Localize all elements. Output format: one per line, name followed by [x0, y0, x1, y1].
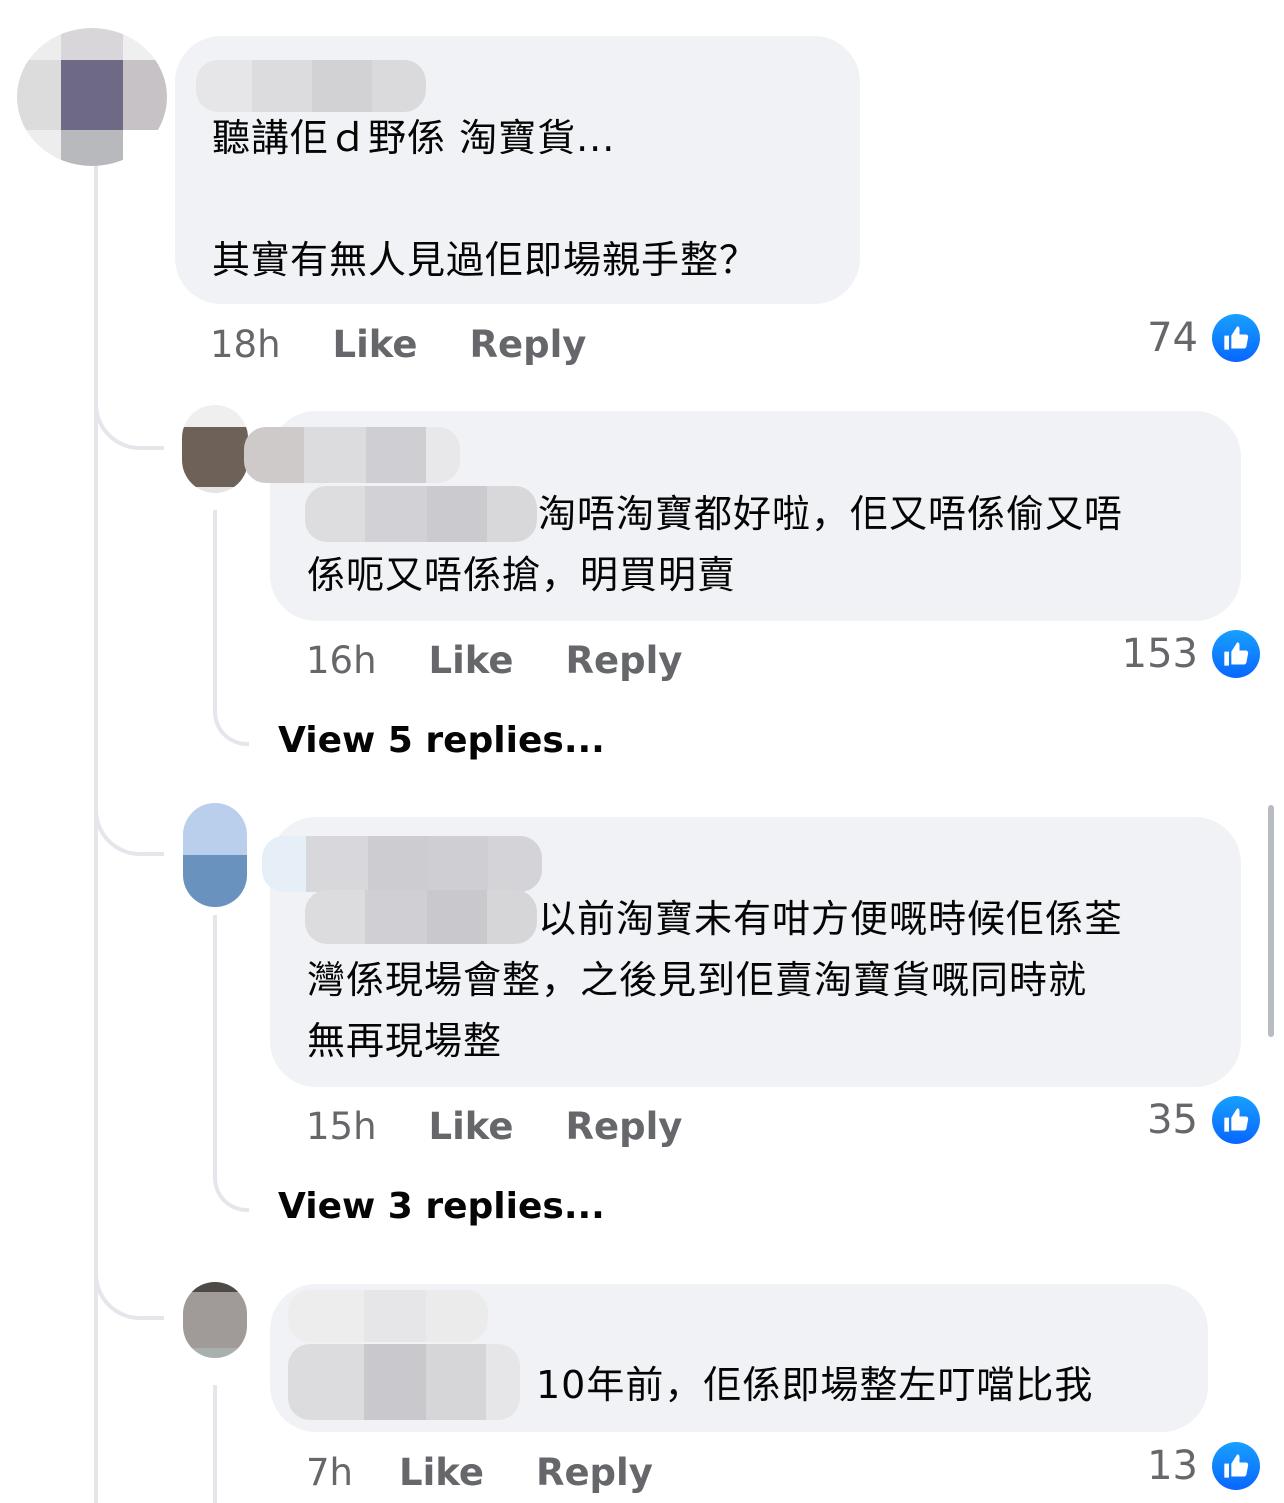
comment-timestamp: 18h: [210, 322, 281, 366]
thread-connector-view-replies-1: [213, 690, 249, 746]
thread-line-reply-3: [213, 1385, 217, 1503]
avatar-pixel: [182, 487, 248, 493]
commenter-name-blurred[interactable]: [288, 1344, 520, 1420]
comment-text: 10年前，佢係即場整左叮噹比我: [536, 1363, 1094, 1407]
commenter-name-blurred[interactable]: [196, 60, 426, 112]
reply-button[interactable]: Reply: [470, 323, 587, 366]
avatar-pixel: [183, 1292, 247, 1348]
comment-timestamp: 16h: [306, 638, 377, 682]
comment-timestamp: 7h: [306, 1450, 353, 1494]
avatar[interactable]: [183, 1282, 247, 1358]
commenter-name-blurred[interactable]: [262, 836, 542, 892]
avatar-pixel: [61, 60, 123, 130]
thread-connector-reply-3: [94, 1250, 164, 1320]
like-button[interactable]: Like: [399, 1451, 484, 1494]
avatar-pixel: [123, 60, 167, 130]
avatar-pixel: [182, 405, 248, 427]
comment-timestamp: 15h: [306, 1104, 377, 1148]
avatar[interactable]: [183, 803, 247, 907]
avatar-pixel: [183, 855, 247, 907]
thumbs-up-icon: [1212, 630, 1260, 678]
comment-meta: 15h Like Reply: [306, 1104, 682, 1148]
reaction-count[interactable]: 13: [1147, 1442, 1260, 1490]
commenter-name-blurred[interactable]: [244, 427, 460, 483]
thumbs-up-icon: [1212, 314, 1260, 362]
thumbs-up-icon: [1212, 1096, 1260, 1144]
avatar-pixel: [183, 1282, 247, 1292]
avatar-pixel: [17, 60, 61, 130]
comment-meta: 18h Like Reply: [210, 322, 586, 366]
thumbs-up-icon: [1212, 1442, 1260, 1490]
thread-connector-reply-1: [94, 380, 164, 450]
reaction-count[interactable]: 153: [1122, 630, 1260, 678]
like-button[interactable]: Like: [429, 1105, 514, 1148]
reaction-count[interactable]: 74: [1147, 314, 1260, 362]
avatar-pixel: [61, 130, 123, 166]
reaction-count[interactable]: 35: [1147, 1096, 1260, 1144]
scrollbar-thumb[interactable]: [1268, 805, 1274, 1037]
view-replies-link[interactable]: View 5 replies...: [278, 720, 605, 761]
reaction-count-number: 153: [1121, 631, 1198, 677]
reaction-count-number: 13: [1147, 1443, 1198, 1489]
like-button[interactable]: Like: [333, 323, 418, 366]
comment-meta: 16h Like Reply: [306, 638, 682, 682]
avatar-pixel: [61, 28, 123, 60]
thread-connector-view-replies-2: [213, 1156, 249, 1212]
avatar-pixel: [123, 28, 167, 60]
reaction-count-number: 35: [1147, 1097, 1198, 1143]
like-button[interactable]: Like: [429, 639, 514, 682]
avatar-pixel: [182, 427, 248, 487]
comment-text: 淘唔淘寶都好啦，佢又唔係偷又唔 係呃又唔係搶，明買明賣: [307, 492, 1124, 597]
thread-line-reply-2: [213, 915, 217, 1175]
comment-text: 聽講佢ｄ野係 淘寶貨... 其實有無人見過佢即場親手整？: [212, 116, 759, 282]
avatar-pixel: [183, 1348, 247, 1358]
thread-line-main: [94, 165, 98, 1503]
commenter-name-blurred[interactable]: [288, 1290, 488, 1342]
reply-button[interactable]: Reply: [566, 1105, 683, 1148]
avatar-pixel: [183, 803, 247, 855]
reaction-count-number: 74: [1147, 315, 1198, 361]
thread-connector-reply-2: [94, 786, 164, 856]
view-replies-link[interactable]: View 3 replies...: [278, 1186, 605, 1227]
avatar[interactable]: [182, 405, 248, 493]
comment-text: 以前淘寶未有咁方便嘅時候佢係荃 灣係現場會整，之後見到佢賣淘寶貨嘅同時就 無再現…: [307, 897, 1124, 1063]
reply-button[interactable]: Reply: [536, 1451, 653, 1494]
avatar[interactable]: [17, 28, 167, 166]
thread-line-reply-1: [213, 510, 217, 710]
reply-button[interactable]: Reply: [566, 639, 683, 682]
comment-meta: 7h Like Reply: [306, 1450, 653, 1494]
